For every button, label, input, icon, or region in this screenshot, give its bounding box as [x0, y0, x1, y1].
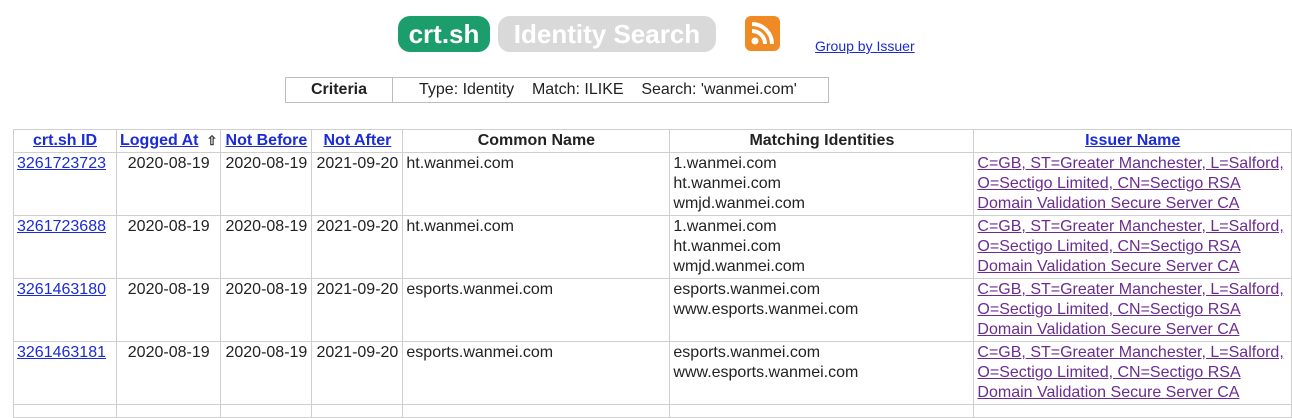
cell-matching-identities: 1.wanmei.com ht.wanmei.com wmjd.wanmei.c… [669, 152, 975, 216]
cell-logged-at: 2020-08-19 [115, 152, 222, 216]
issuer-link-line[interactable]: O=Sectigo Limited, CN=Sectigo RSA [977, 300, 1288, 320]
cell-common-name: ht.wanmei.com [402, 152, 671, 216]
identity-item: www.esports.wanmei.com [673, 301, 859, 318]
issuer-link-line[interactable]: Domain Validation Secure Server CA [977, 194, 1288, 214]
cert-id-link[interactable]: 3261723723 [17, 155, 106, 172]
cell-not-after: 2021-09-20 [311, 278, 404, 342]
col-common-name: Common Name [402, 129, 671, 153]
identity-item: www.esports.wanmei.com [673, 364, 859, 381]
identity-item: ht.wanmei.com [673, 175, 781, 192]
col-crtsh-id[interactable]: crt.sh ID [13, 129, 117, 153]
cell-empty [13, 404, 117, 418]
cell-not-after: 2021-09-20 [311, 341, 404, 405]
col-matching-identities: Matching Identities [669, 129, 975, 153]
cert-id-link[interactable]: 3261723688 [17, 218, 106, 235]
identity-item: ht.wanmei.com [673, 238, 781, 255]
table-row: 3261723723 2020-08-19 2020-08-19 2021-09… [13, 152, 1292, 216]
cert-id-link[interactable]: 3261463181 [17, 344, 106, 361]
cert-id-link[interactable]: 3261463180 [17, 281, 106, 298]
page-subtitle: Identity Search [498, 16, 716, 52]
crtsh-logo[interactable]: crt.sh [398, 16, 490, 52]
issuer-link-line[interactable]: Domain Validation Secure Server CA [977, 257, 1288, 277]
identity-item: wmjd.wanmei.com [673, 195, 805, 212]
cell-matching-identities: 1.wanmei.com ht.wanmei.com wmjd.wanmei.c… [669, 215, 975, 279]
cell-not-before: 2020-08-19 [220, 152, 313, 216]
col-issuer-name[interactable]: Issuer Name [973, 129, 1292, 153]
cell-empty [669, 404, 975, 418]
cell-not-after: 2021-09-20 [311, 215, 404, 279]
cell-empty [402, 404, 671, 418]
identity-item: esports.wanmei.com [673, 281, 821, 298]
col-logged-at-link[interactable]: Logged At [120, 132, 199, 149]
cell-crtsh-id: 3261723688 [13, 215, 117, 279]
issuer-link-line[interactable]: O=Sectigo Limited, CN=Sectigo RSA [977, 237, 1288, 257]
cell-crtsh-id: 3261463181 [13, 341, 117, 405]
cell-issuer-name: C=GB, ST=Greater Manchester, L=Salford, … [973, 341, 1292, 405]
identity-item: 1.wanmei.com [673, 218, 777, 235]
table-row [13, 404, 1292, 418]
identity-item: esports.wanmei.com [673, 344, 821, 361]
table-header-row: crt.sh ID Logged At ⇧ Not Before Not Afte… [13, 129, 1292, 153]
table-row: 3261463180 2020-08-19 2020-08-19 2021-09… [13, 278, 1292, 342]
issuer-link-line[interactable]: C=GB, ST=Greater Manchester, L=Salford, [977, 280, 1288, 300]
cell-not-before: 2020-08-19 [220, 278, 313, 342]
cell-crtsh-id: 3261463180 [13, 278, 117, 342]
cell-not-before: 2020-08-19 [220, 215, 313, 279]
cell-matching-identities: esports.wanmei.com www.esports.wanmei.co… [669, 278, 975, 342]
col-not-after-link[interactable]: Not After [323, 132, 391, 149]
cell-logged-at: 2020-08-19 [115, 278, 222, 342]
cell-empty [115, 404, 222, 418]
col-not-after[interactable]: Not After [311, 129, 404, 153]
cell-empty [220, 404, 313, 418]
cell-empty [311, 404, 404, 418]
cell-logged-at: 2020-08-19 [115, 215, 222, 279]
issuer-link-line[interactable]: O=Sectigo Limited, CN=Sectigo RSA [977, 363, 1288, 383]
issuer-link-line[interactable]: C=GB, ST=Greater Manchester, L=Salford, [977, 217, 1288, 237]
col-crtsh-id-link[interactable]: crt.sh ID [33, 132, 97, 149]
cell-common-name: esports.wanmei.com [402, 278, 671, 342]
criteria-label: Criteria [286, 78, 393, 102]
issuer-link-line[interactable]: C=GB, ST=Greater Manchester, L=Salford, [977, 343, 1288, 363]
criteria-box: Criteria Type: Identity Match: ILIKE Sea… [285, 77, 829, 103]
identity-item: 1.wanmei.com [673, 155, 777, 172]
cell-issuer-name: C=GB, ST=Greater Manchester, L=Salford, … [973, 278, 1292, 342]
issuer-link-line[interactable]: Domain Validation Secure Server CA [977, 383, 1288, 403]
results-table: crt.sh ID Logged At ⇧ Not Before Not Afte… [13, 129, 1292, 418]
cell-logged-at: 2020-08-19 [115, 341, 222, 405]
criteria-value: Type: Identity Match: ILIKE Search: 'wan… [419, 81, 797, 98]
header: crt.sh Identity Search Group by Issuer [0, 0, 1292, 70]
rss-feed-icon[interactable] [745, 16, 780, 51]
col-logged-at[interactable]: Logged At ⇧ [115, 129, 222, 153]
issuer-link-line[interactable]: Domain Validation Secure Server CA [977, 320, 1288, 340]
cell-issuer-name: C=GB, ST=Greater Manchester, L=Salford, … [973, 215, 1292, 279]
issuer-link-line[interactable]: C=GB, ST=Greater Manchester, L=Salford, [977, 154, 1288, 174]
col-not-before-link[interactable]: Not Before [226, 132, 308, 149]
cell-issuer-name: C=GB, ST=Greater Manchester, L=Salford, … [973, 152, 1292, 216]
col-not-before[interactable]: Not Before [220, 129, 313, 153]
table-row: 3261723688 2020-08-19 2020-08-19 2021-09… [13, 215, 1292, 279]
cell-common-name: ht.wanmei.com [402, 215, 671, 279]
identity-item: wmjd.wanmei.com [673, 258, 805, 275]
issuer-link-line[interactable]: O=Sectigo Limited, CN=Sectigo RSA [977, 174, 1288, 194]
cell-not-before: 2020-08-19 [220, 341, 313, 405]
col-issuer-name-link[interactable]: Issuer Name [1085, 132, 1180, 149]
cell-matching-identities: esports.wanmei.com www.esports.wanmei.co… [669, 341, 975, 405]
cell-crtsh-id: 3261723723 [13, 152, 117, 216]
cell-empty [973, 404, 1292, 418]
table-row: 3261463181 2020-08-19 2020-08-19 2021-09… [13, 341, 1292, 405]
cell-not-after: 2021-09-20 [311, 152, 404, 216]
sort-up-icon: ⇧ [206, 133, 218, 148]
group-by-issuer-link[interactable]: Group by Issuer [815, 38, 915, 54]
cell-common-name: esports.wanmei.com [402, 341, 671, 405]
